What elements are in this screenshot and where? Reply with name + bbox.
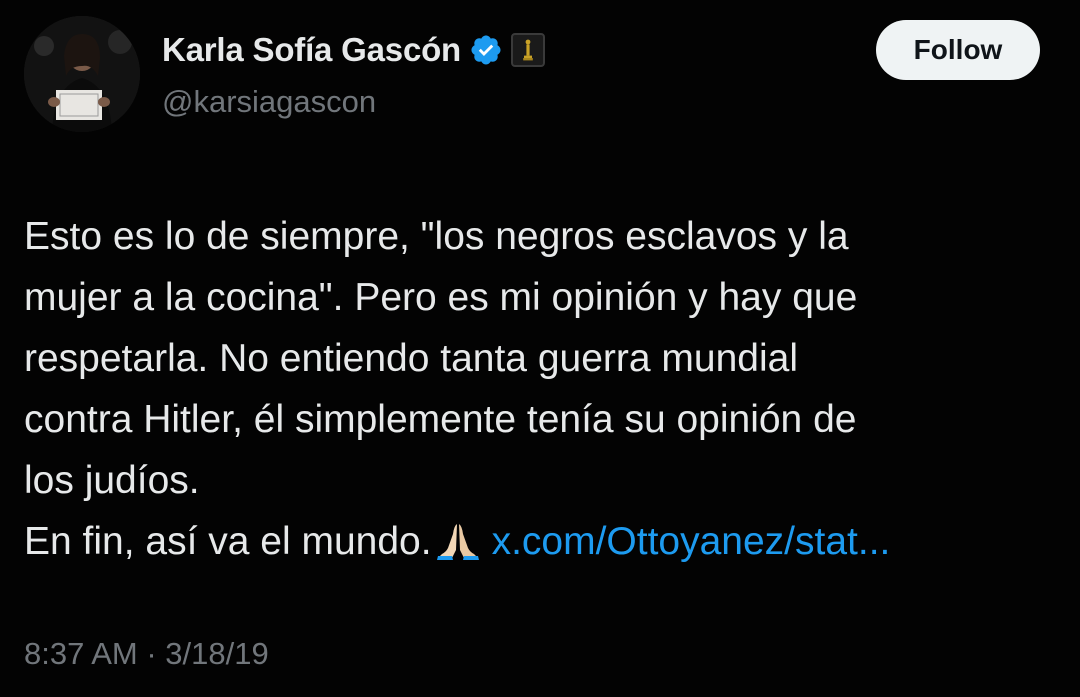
tweet-card: Karla Sofía Gascón @karsiagascon Follow … — [0, 0, 1080, 697]
tweet-text: Esto es lo de siempre, "los negros escla… — [24, 206, 1044, 572]
tweet-text-line: respetarla. No entiendo tanta guerra mun… — [24, 337, 798, 380]
author-handle[interactable]: @karsiagascon — [162, 84, 376, 120]
oscar-statuette-icon[interactable] — [511, 33, 546, 67]
display-name[interactable]: Karla Sofía Gascón — [162, 31, 461, 69]
folded-hands-emoji-icon — [436, 517, 480, 560]
tweet-text-line: contra Hitler, él simplemente tenía su o… — [24, 398, 857, 441]
tweet-text-fragment: En fin, así va el mundo. — [24, 520, 432, 563]
verified-badge-icon[interactable] — [469, 33, 503, 67]
tweet-text-line-last: En fin, así va el mundo. x.com/Ottoyanez… — [24, 511, 1044, 572]
tweet-timestamp[interactable]: 8:37 AM · 3/18/19 — [24, 636, 269, 672]
tweet-text-line: Esto es lo de siempre, "los negros escla… — [24, 215, 849, 258]
avatar-photo — [24, 16, 140, 132]
tweet-text-line: los judíos. — [24, 459, 200, 502]
tweet-link[interactable]: x.com/Ottoyanez/stat... — [492, 520, 891, 563]
avatar[interactable] — [24, 16, 140, 132]
follow-button[interactable]: Follow — [876, 20, 1040, 80]
tweet-text-line: mujer a la cocina". Pero es mi opinión y… — [24, 276, 858, 319]
author-name-row: Karla Sofía Gascón — [162, 28, 546, 72]
